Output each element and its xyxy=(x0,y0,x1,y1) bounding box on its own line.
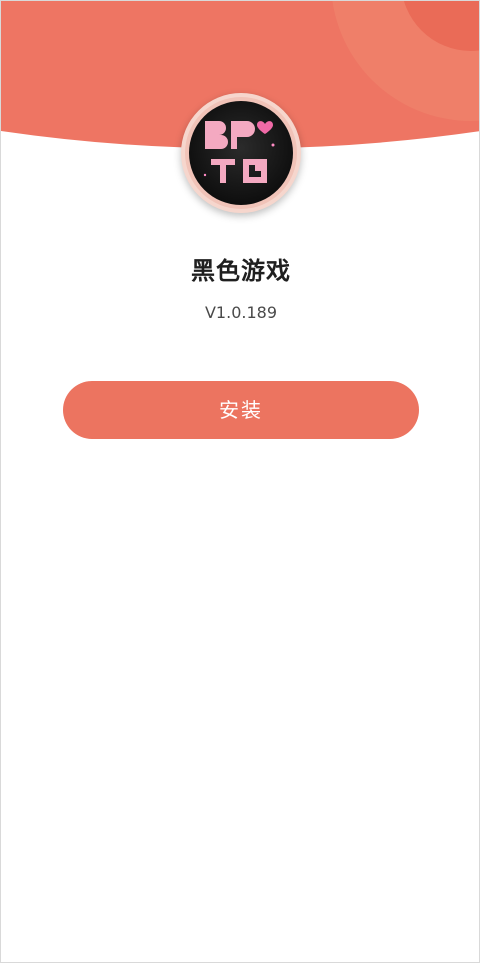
install-button[interactable]: 安装 xyxy=(63,381,419,439)
app-version: V1.0.189 xyxy=(204,303,277,322)
app-logo-icon xyxy=(181,93,301,213)
app-name: 黑色游戏 xyxy=(191,257,291,285)
install-page: 黑色游戏 V1.0.189 安装 xyxy=(0,0,480,963)
